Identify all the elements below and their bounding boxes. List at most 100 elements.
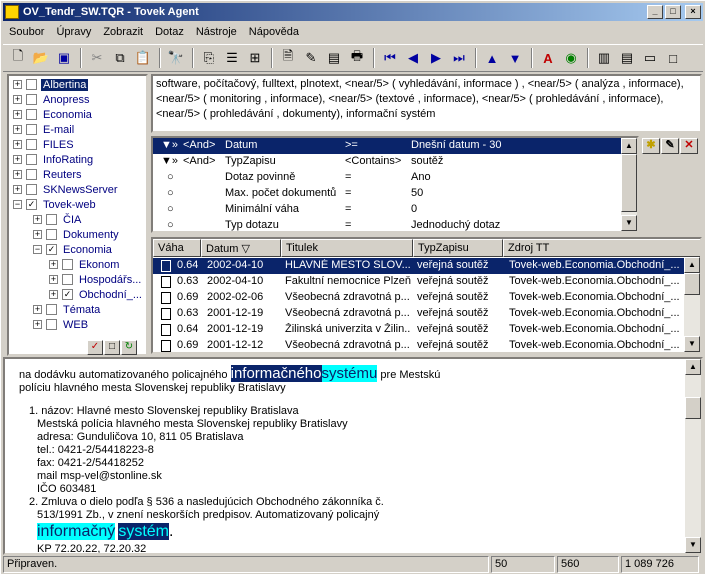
result-row[interactable]: 0.63 2001-12-19 Všeobecná zdravotná p...…: [153, 306, 684, 322]
collapse-icon[interactable]: −: [33, 245, 42, 254]
tree-checkbox[interactable]: ✓: [62, 289, 73, 300]
save-icon[interactable]: ▣: [53, 47, 75, 69]
tree-checkbox[interactable]: [26, 109, 37, 120]
print-icon[interactable]: 🖶: [346, 47, 368, 69]
tree-item-email[interactable]: + E-mail: [13, 122, 76, 137]
expand-icon[interactable]: +: [33, 230, 42, 239]
criteria-scrollbar[interactable]: ▲ ▼: [621, 138, 637, 231]
expand-icon[interactable]: +: [13, 80, 22, 89]
column-header-datum[interactable]: Datum ▽: [201, 239, 281, 257]
last-record-icon[interactable]: ⏭: [448, 47, 470, 69]
menu-upravy[interactable]: Úpravy: [50, 26, 97, 38]
viewer-scrollbar[interactable]: ▲ ▼: [685, 359, 701, 553]
move-up-icon[interactable]: ▲: [481, 47, 503, 69]
move-down-icon[interactable]: ▼: [504, 47, 526, 69]
check-connection-icon[interactable]: ◉: [560, 47, 582, 69]
scroll-down-icon[interactable]: ▼: [621, 215, 637, 231]
minimize-button[interactable]: _: [647, 5, 663, 19]
close-button[interactable]: ×: [685, 5, 701, 19]
tree-item-hospodars[interactable]: + Hospodářs...: [49, 272, 143, 287]
scroll-down-icon[interactable]: ▼: [684, 336, 700, 352]
tree-checkbox[interactable]: [62, 259, 73, 270]
column-header-titulek[interactable]: Titulek: [281, 239, 413, 257]
previous-record-icon[interactable]: ◀: [402, 47, 424, 69]
maximize-button[interactable]: □: [665, 5, 681, 19]
query-stack-icon[interactable]: ⊞: [244, 47, 266, 69]
scroll-up-icon[interactable]: ▲: [685, 359, 701, 375]
criteria-row[interactable]: ○ Minimální váha = 0: [153, 202, 623, 218]
expand-icon[interactable]: +: [13, 185, 22, 194]
collapse-icon[interactable]: −: [13, 200, 22, 209]
tree-checkbox[interactable]: [46, 319, 57, 330]
criteria-list[interactable]: ▼» <And> Datum >= Dnešní datum - 30 ▼» <…: [151, 136, 639, 233]
document-icon[interactable]: 🗎: [277, 47, 299, 69]
tree-item-anopress[interactable]: + Anopress: [13, 92, 91, 107]
tree-checkbox[interactable]: ✓: [46, 244, 57, 255]
tree-checkbox[interactable]: [26, 79, 37, 90]
column-header-typzapisu[interactable]: TypZapisu: [413, 239, 503, 257]
edit-criteria-button[interactable]: ✎: [661, 138, 679, 154]
layout-1-icon[interactable]: ▥: [593, 47, 615, 69]
query-text-area[interactable]: software, počítačový, fulltext, plnotext…: [151, 74, 702, 133]
highlight-text-icon[interactable]: A: [537, 47, 559, 69]
tree-checkbox[interactable]: [46, 229, 57, 240]
query-list-icon[interactable]: ☰: [221, 47, 243, 69]
tree-checkbox[interactable]: [26, 139, 37, 150]
expand-icon[interactable]: +: [49, 275, 58, 284]
refresh-tree-button[interactable]: ↻: [121, 340, 137, 355]
tree-checkbox[interactable]: [26, 154, 37, 165]
run-query-icon[interactable]: ⎘: [198, 47, 220, 69]
criteria-row[interactable]: ○ Typ dotazu = Jednoduchý dotaz: [153, 218, 623, 231]
scroll-up-icon[interactable]: ▲: [621, 138, 637, 154]
copy-icon[interactable]: ⧉: [109, 47, 131, 69]
scroll-up-icon[interactable]: ▲: [684, 257, 700, 273]
expand-icon[interactable]: +: [13, 170, 22, 179]
menu-dotaz[interactable]: Dotaz: [149, 26, 190, 38]
tree-checkbox[interactable]: [26, 169, 37, 180]
layout-2-icon[interactable]: ▤: [616, 47, 638, 69]
layout-4-icon[interactable]: □: [662, 47, 684, 69]
uncheck-all-button[interactable]: □: [104, 340, 120, 355]
expand-icon[interactable]: +: [33, 305, 42, 314]
result-row[interactable]: 0.69 2002-02-06 Všeobecná zdravotná p...…: [153, 290, 684, 306]
tree-item-obchodni[interactable]: + ✓ Obchodní_...: [49, 287, 144, 302]
first-record-icon[interactable]: ⏮: [379, 47, 401, 69]
tree-item-tovek-web[interactable]: − ✓ Tovek-web: [13, 197, 98, 212]
tree-checkbox[interactable]: ✓: [26, 199, 37, 210]
document-properties-icon[interactable]: ▤: [323, 47, 345, 69]
tree-item-ekonom[interactable]: + Ekonom: [49, 257, 121, 272]
tree-item-sknewsserver[interactable]: + SKNewsServer: [13, 182, 120, 197]
tree-item-reuters[interactable]: + Reuters: [13, 167, 84, 182]
tree-checkbox[interactable]: [46, 304, 57, 315]
menu-soubor[interactable]: Soubor: [3, 26, 50, 38]
criteria-row[interactable]: ○ Max. počet dokumentů = 50: [153, 186, 623, 202]
tree-item-inforating[interactable]: + InfoRating: [13, 152, 95, 167]
result-row[interactable]: 0.63 2002-04-10 Fakultní nemocnice Plzeň…: [153, 274, 684, 290]
document-viewer[interactable]: na dodávku automatizovaného policajného …: [3, 357, 703, 555]
results-scrollbar[interactable]: ▲ ▼: [684, 257, 700, 352]
add-criteria-button[interactable]: ✱: [642, 138, 660, 154]
tree-item-temata[interactable]: + Témata: [33, 302, 102, 317]
menu-nastroje[interactable]: Nástroje: [190, 26, 243, 38]
tree-item-albertina[interactable]: + Albertina: [13, 77, 89, 92]
document-edit-icon[interactable]: ✎: [300, 47, 322, 69]
scroll-thumb[interactable]: [621, 154, 637, 212]
tree-item-economia[interactable]: + Economia: [13, 107, 94, 122]
next-record-icon[interactable]: ▶: [425, 47, 447, 69]
expand-icon[interactable]: +: [13, 140, 22, 149]
criteria-row[interactable]: ○ Dotaz povinně = Ano: [153, 170, 623, 186]
tree-checkbox[interactable]: [26, 184, 37, 195]
result-row[interactable]: 0.64 2002-04-10 HLAVNÉ MESTO SLOV... veř…: [153, 258, 684, 274]
expand-icon[interactable]: +: [33, 320, 42, 329]
layout-3-icon[interactable]: ▭: [639, 47, 661, 69]
criteria-row[interactable]: ▼» <And> TypZapisu <Contains> soutěž: [153, 154, 623, 170]
expand-icon[interactable]: +: [13, 110, 22, 119]
column-header-zdroj[interactable]: Zdroj TT: [503, 239, 700, 257]
tree-checkbox[interactable]: [62, 274, 73, 285]
tree-item-economia-sub[interactable]: − ✓ Economia: [33, 242, 114, 257]
scroll-thumb[interactable]: [684, 273, 700, 295]
expand-icon[interactable]: +: [13, 95, 22, 104]
source-tree[interactable]: + Albertina + Anopress + Economia + E-ma…: [7, 74, 148, 356]
menu-zobrazit[interactable]: Zobrazit: [97, 26, 149, 38]
expand-icon[interactable]: +: [13, 155, 22, 164]
